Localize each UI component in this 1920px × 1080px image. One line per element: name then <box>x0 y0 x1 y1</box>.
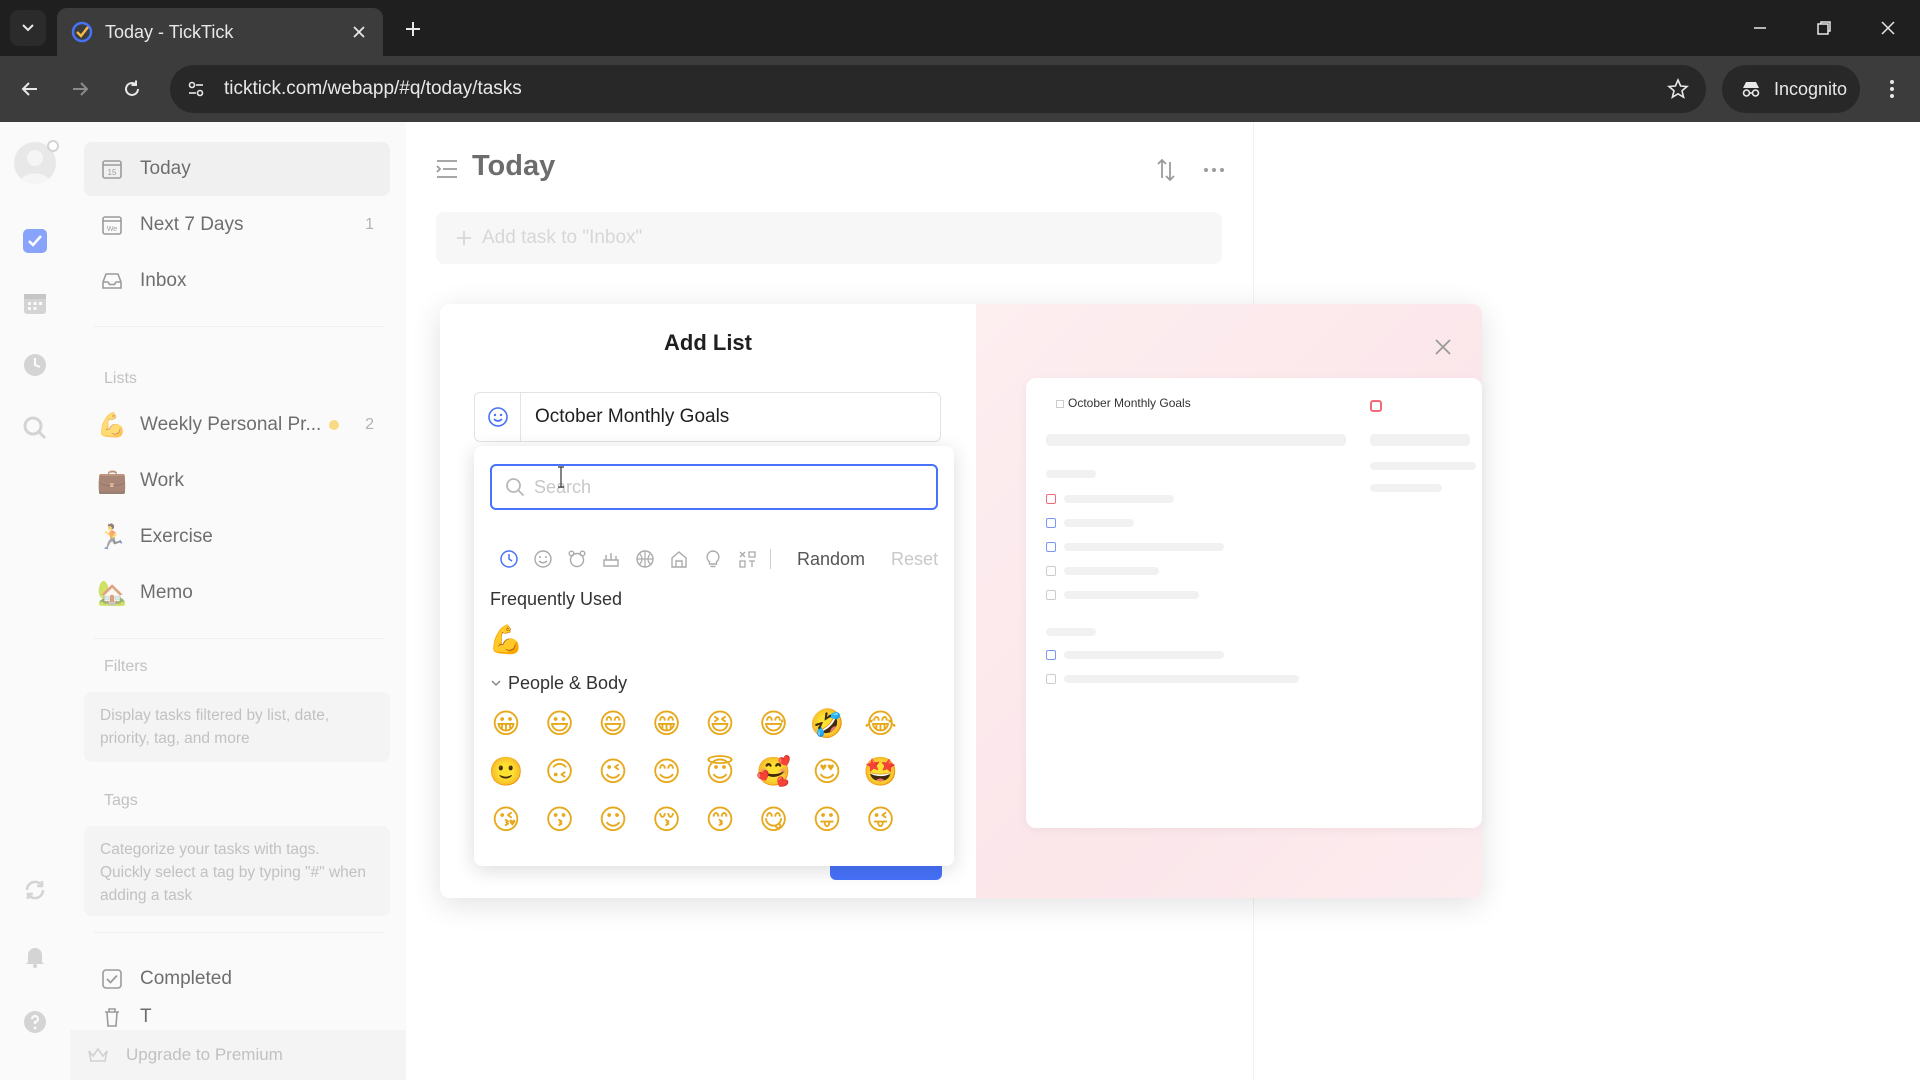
preview-checkbox <box>1046 518 1056 528</box>
incognito-label: Incognito <box>1774 78 1848 99</box>
preview-placeholder <box>1064 495 1174 503</box>
frequently-used-grid: 💪 <box>486 624 936 656</box>
reload-icon[interactable] <box>116 73 148 105</box>
list-name-field[interactable]: October Monthly Goals <box>474 392 941 442</box>
emoji-option[interactable]: 😂 <box>861 708 901 740</box>
preview-placeholder <box>1370 462 1476 470</box>
people-body-grid: 😀 😃 😄 😁 😆 😅 🤣 😂 🙂 🙃 😉 😊 😇 🥰 😍 🤩 😘 😗 ☺ 😚 😙 😋 😛 😜 <box>486 708 936 836</box>
emoji-option[interactable]: 😗 <box>540 804 580 836</box>
emoji-option[interactable]: 😄 <box>593 708 633 740</box>
random-emoji-button[interactable]: Random <box>797 549 865 570</box>
preview-placeholder <box>1064 651 1224 659</box>
browser-toolbar: ticktick.com/webapp/#q/today/tasks Incog… <box>0 56 1920 122</box>
emoji-option[interactable]: 😘 <box>486 804 526 836</box>
browser-tab-strip: Today - TickTick <box>0 0 1920 56</box>
frequently-used-title: Frequently Used <box>490 589 623 609</box>
minimize-icon[interactable] <box>1740 10 1780 46</box>
restore-icon[interactable] <box>1804 10 1844 46</box>
preview-checkbox <box>1046 566 1056 576</box>
preview-placeholder <box>1046 470 1096 478</box>
symbol-icon[interactable] <box>730 544 764 574</box>
preview-checkbox <box>1046 590 1056 600</box>
chevron-down-icon[interactable] <box>490 677 502 689</box>
food-icon[interactable] <box>594 544 628 574</box>
list-preview-card: October Monthly Goals <box>1026 378 1482 828</box>
emoji-option[interactable]: 🙂 <box>486 756 526 788</box>
emoji-option[interactable]: 💪 <box>486 624 526 656</box>
smiley-icon[interactable] <box>526 544 560 574</box>
emoji-option[interactable]: 🤩 <box>861 756 901 788</box>
emoji-picker: Random Reset Frequently Used 💪 People & … <box>474 446 954 866</box>
emoji-search-input[interactable] <box>534 476 914 498</box>
site-info-icon[interactable] <box>182 75 210 103</box>
close-icon[interactable] <box>1430 334 1456 360</box>
preview-checkbox <box>1046 494 1056 504</box>
close-window-icon[interactable] <box>1868 10 1908 46</box>
preview-placeholder <box>1064 675 1299 683</box>
smiley-icon <box>487 407 508 427</box>
search-icon <box>506 478 525 497</box>
recent-clock-icon[interactable] <box>492 544 526 574</box>
emoji-option[interactable]: 😀 <box>486 708 526 740</box>
preview-checkbox <box>1046 542 1056 552</box>
browser-menu-icon[interactable] <box>1876 73 1908 105</box>
preview-checkbox <box>1046 650 1056 660</box>
bookmark-star-icon[interactable] <box>1662 73 1694 105</box>
list-name-value: October Monthly Goals <box>535 406 730 427</box>
travel-building-icon[interactable] <box>662 544 696 574</box>
tab-search-button[interactable] <box>10 10 46 46</box>
emoji-option[interactable]: 😅 <box>754 708 794 740</box>
address-bar[interactable]: ticktick.com/webapp/#q/today/tasks <box>170 65 1706 113</box>
ticktick-favicon-icon <box>71 21 93 43</box>
emoji-option[interactable]: 😋 <box>754 804 794 836</box>
preview-flag-icon <box>1370 400 1382 412</box>
emoji-option[interactable]: 😁 <box>647 708 687 740</box>
close-tab-icon[interactable] <box>345 18 373 46</box>
preview-placeholder <box>1064 543 1224 551</box>
preview-placeholder <box>1064 519 1134 527</box>
emoji-option[interactable]: 🥰 <box>754 756 794 788</box>
emoji-option[interactable]: ☺ <box>593 804 633 836</box>
preview-placeholder <box>1064 591 1199 599</box>
divider <box>770 549 771 569</box>
emoji-picker-toggle[interactable] <box>475 393 521 441</box>
url-text: ticktick.com/webapp/#q/today/tasks <box>224 78 522 99</box>
reset-emoji-button[interactable]: Reset <box>891 549 938 570</box>
tab-title: Today - TickTick <box>105 21 234 42</box>
activity-ball-icon[interactable] <box>628 544 662 574</box>
emoji-option[interactable]: 😜 <box>861 804 901 836</box>
back-icon[interactable] <box>14 73 46 105</box>
preview-list-title: October Monthly Goals <box>1068 396 1191 410</box>
emoji-option[interactable]: 😙 <box>700 804 740 836</box>
incognito-badge[interactable]: Incognito <box>1722 65 1860 113</box>
new-tab-plus-icon[interactable] <box>398 14 428 44</box>
emoji-option[interactable]: 😃 <box>540 708 580 740</box>
animal-icon[interactable] <box>560 544 594 574</box>
dialog-title: Add List <box>664 330 752 355</box>
emoji-option[interactable]: 😍 <box>807 756 847 788</box>
preview-placeholder <box>1370 484 1442 492</box>
chevron-down-icon <box>22 24 34 32</box>
preview-placeholder <box>1046 434 1346 446</box>
text-cursor-icon <box>558 466 564 488</box>
emoji-category-bar: Random Reset <box>492 544 942 574</box>
emoji-option[interactable]: 😆 <box>700 708 740 740</box>
object-bulb-icon[interactable] <box>696 544 730 574</box>
people-body-title: People & Body <box>508 673 628 693</box>
emoji-option[interactable]: 😚 <box>647 804 687 836</box>
incognito-icon <box>1740 77 1764 101</box>
preview-placeholder <box>1064 567 1159 575</box>
emoji-option[interactable]: 😛 <box>807 804 847 836</box>
preview-checkbox <box>1046 674 1056 684</box>
emoji-option[interactable]: 🙃 <box>540 756 580 788</box>
emoji-option[interactable]: 😇 <box>700 756 740 788</box>
emoji-option[interactable]: 😊 <box>647 756 687 788</box>
preview-placeholder <box>1370 434 1470 446</box>
browser-tab[interactable]: Today - TickTick <box>57 8 383 56</box>
emoji-option[interactable]: 🤣 <box>807 708 847 740</box>
preview-placeholder <box>1046 628 1096 636</box>
preview-list-icon <box>1056 399 1064 408</box>
emoji-option[interactable]: 😉 <box>593 756 633 788</box>
forward-icon[interactable] <box>64 73 96 105</box>
